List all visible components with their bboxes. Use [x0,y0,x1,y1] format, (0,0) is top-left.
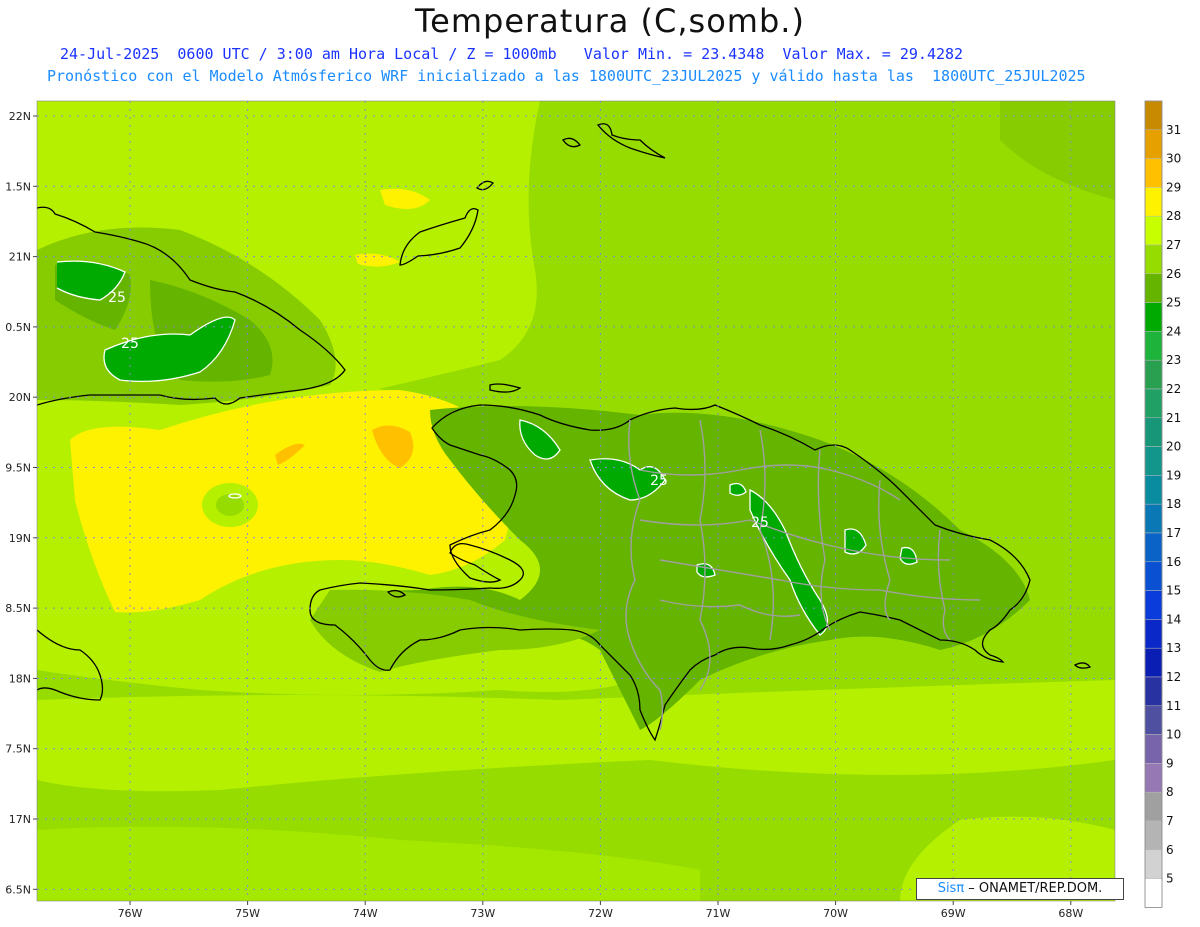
x-tick-label: 70W [823,907,848,920]
credit-brand: Sisπ [937,881,965,896]
x-axis: 76W 75W 74W 73W 72W 71W 70W 69W 68W [118,901,1083,920]
y-tick-label: 7.5N [5,743,31,756]
contour-label: 25 [108,290,126,306]
colorbar-label: 25 [1166,296,1181,310]
y-axis: 22N 1.5N 21N 0.5N 20N 9.5N 19N 8.5N 18N 7.5N 17N 6.… [5,110,37,896]
colorbar-label: 17 [1166,526,1181,540]
colorbar-swatch [1144,676,1163,707]
colorbar-label: 21 [1166,411,1181,425]
colorbar-swatch [1144,187,1163,217]
colorbar-swatch [1144,100,1163,131]
colorbar-swatch [1144,215,1163,246]
colorbar-swatch [1144,446,1163,476]
colorbar-label: 13 [1166,641,1181,655]
contour-label: 25 [751,515,769,531]
y-tick-label: 0.5N [5,321,31,334]
colorbar-swatch [1144,647,1163,678]
colorbar-label: 9 [1166,756,1174,770]
x-tick-label: 69W [941,907,966,920]
colorbar-swatch [1144,705,1163,735]
colorbar-swatch [1144,302,1163,332]
colorbar-label: 11 [1166,699,1181,713]
colorbar-swatch [1144,129,1163,159]
colorbar-label: 30 [1166,152,1181,166]
y-tick-label: 18N [9,672,31,685]
y-tick-label: 9.5N [5,462,31,475]
colorbar-label: 6 [1166,843,1174,857]
colorbar-swatch [1144,532,1163,563]
colorbar-swatch [1144,244,1163,275]
x-tick-label: 75W [235,907,260,920]
x-tick-label: 73W [470,907,495,920]
x-tick-label: 74W [353,907,378,920]
colorbar-swatch [1144,331,1163,361]
contour-label: 25 [121,336,139,352]
colorbar-label: 5 [1166,872,1174,886]
colorbar-swatch [1144,791,1163,822]
colorbar-swatch [1144,503,1163,534]
colorbar-label: 26 [1166,267,1181,281]
colorbar-swatch [1144,561,1163,591]
colorbar-swatch [1144,820,1163,851]
colorbar-swatch [1144,417,1163,447]
colorbar-swatch [1144,475,1163,505]
colorbar-swatch [1144,734,1163,764]
colorbar-swatch [1144,158,1163,188]
y-tick-label: 8.5N [5,602,31,615]
colorbar-label: 31 [1166,123,1181,137]
colorbar: 31 30 29 28 27 26 25 24 23 22 21 20 19 18 17 16 15 14 13 12… [1144,100,1181,908]
temperature-map: 76W 75W 74W 73W 72W 71W 70W 69W 68W 22N 1.5N 21N 0.… [5,100,1181,920]
x-tick-label: 72W [588,907,613,920]
colorbar-label: 22 [1166,382,1181,396]
x-tick-label: 68W [1058,907,1083,920]
colorbar-label: 16 [1166,555,1181,569]
colorbar-swatch [1144,619,1163,649]
colorbar-swatch [1144,763,1163,793]
colorbar-label: 27 [1166,238,1181,252]
colorbar-label: 7 [1166,814,1174,828]
colorbar-swatch [1144,359,1163,390]
y-tick-label: 19N [9,532,31,545]
x-tick-label: 76W [118,907,143,920]
colorbar-swatch [1144,273,1163,303]
y-tick-label: 6.5N [5,883,31,896]
credit-text: – ONAMET/REP.DOM. [964,881,1103,896]
colorbar-label: 18 [1166,497,1181,511]
y-tick-label: 1.5N [5,180,31,193]
colorbar-label: 19 [1166,468,1181,482]
colorbar-label: 14 [1166,612,1181,626]
colorbar-swatch [1144,590,1163,620]
colorbar-swatch [1144,849,1163,879]
colorbar-label: 24 [1166,324,1181,338]
colorbar-label: 15 [1166,584,1181,598]
colorbar-label: 12 [1166,670,1181,684]
colorbar-label: 29 [1166,180,1181,194]
y-tick-label: 17N [9,813,31,826]
colorbar-label: 8 [1166,785,1174,799]
colorbar-label: 23 [1166,353,1181,367]
colorbar-label: 28 [1166,209,1181,223]
colorbar-swatch [1144,878,1163,908]
contour-label: 25 [650,473,668,489]
colorbar-label: 20 [1166,440,1181,454]
y-tick-label: 22N [9,110,31,123]
y-tick-label: 21N [9,251,31,264]
y-tick-label: 20N [9,391,31,404]
colorbar-label: 10 [1166,728,1181,742]
credit-box: Sisπ – ONAMET/REP.DOM. [916,878,1124,900]
x-tick-label: 71W [706,907,731,920]
colorbar-swatch [1144,388,1163,419]
